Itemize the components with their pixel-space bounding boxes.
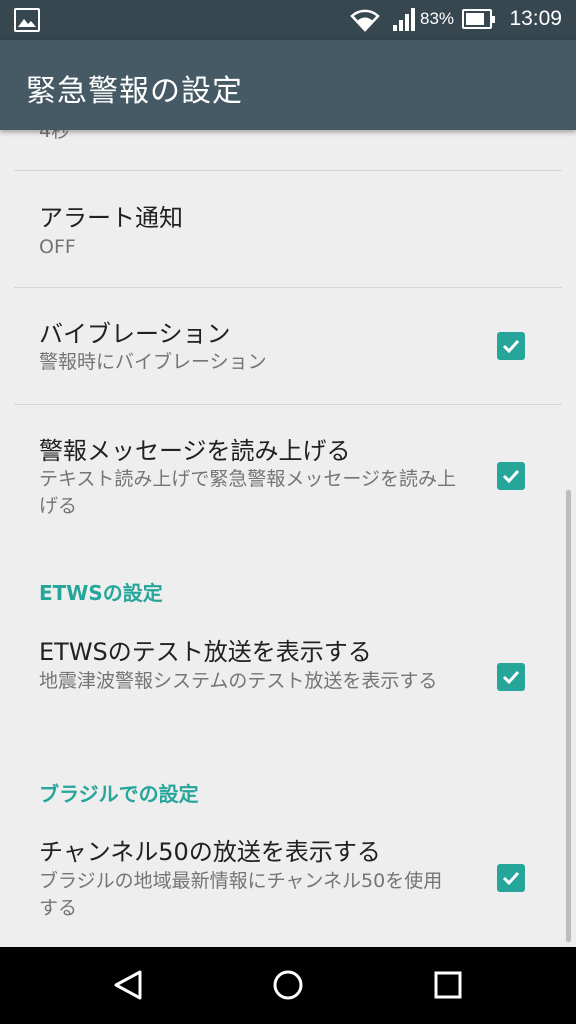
category-etws: ETWSの設定 (39, 581, 163, 605)
category-brazil: ブラジルでの設定 (39, 782, 199, 806)
checkmark-icon (502, 339, 520, 354)
pref-title: アラート通知 (39, 204, 183, 232)
battery-fill (466, 13, 484, 25)
page-title: 緊急警報の設定 (26, 74, 243, 109)
image-notification-icon (14, 8, 40, 32)
pref-summary: テキスト読み上げで緊急警報メッセージを読み上げる (39, 468, 457, 517)
back-icon[interactable] (113, 969, 143, 1001)
vibration-checkbox[interactable] (497, 332, 525, 360)
wifi-icon (350, 9, 380, 32)
divider (14, 287, 562, 288)
divider (14, 170, 562, 171)
scrollbar[interactable] (566, 490, 571, 942)
etws-test-checkbox[interactable] (497, 663, 525, 691)
pref-summary: ブラジルの地域最新情報にチャンネル50を使用する (39, 870, 443, 919)
pref-title: チャンネル50の放送を表示する (39, 838, 381, 866)
clock: 13:09 (509, 7, 562, 30)
pref-summary: OFF (39, 236, 76, 258)
read-aloud-checkbox[interactable] (497, 462, 525, 490)
recents-icon[interactable] (434, 971, 462, 999)
status-bar: 83% 13:09 (0, 0, 576, 40)
checkmark-icon (502, 871, 520, 886)
settings-list[interactable]: 4秒 アラート通知 OFF バイブレーション 警報時にバイブレーション 警報メッ… (0, 130, 576, 947)
pref-title: ETWSのテスト放送を表示する (39, 638, 372, 666)
channel-50-checkbox[interactable] (497, 864, 525, 892)
pref-summary: 警報時にバイブレーション (39, 351, 267, 373)
navigation-bar (0, 947, 576, 1024)
home-icon[interactable] (272, 969, 304, 1001)
pref-summary: 地震津波警報システムのテスト放送を表示する (39, 670, 438, 692)
pref-title: バイブレーション (39, 320, 231, 348)
battery-percent: 83% (420, 9, 455, 28)
checkmark-icon (502, 670, 520, 685)
app-bar: 緊急警報の設定 (0, 40, 576, 130)
battery-icon (462, 9, 495, 29)
checkmark-icon (502, 469, 520, 484)
partial-item-summary: 4秒 (39, 130, 71, 142)
divider (14, 404, 562, 405)
pref-title: 警報メッセージを読み上げる (39, 437, 351, 465)
signal-icon (393, 8, 415, 31)
